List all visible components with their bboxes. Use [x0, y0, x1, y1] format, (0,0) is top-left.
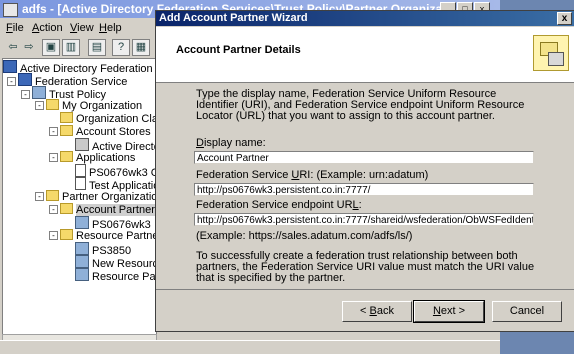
mmc-app-icon: [3, 3, 18, 17]
folder-icon: [46, 190, 59, 201]
next-button[interactable]: Next >: [413, 300, 485, 323]
status-bar: [0, 340, 500, 354]
console-tree[interactable]: Active Directory Federation Service -Fed…: [2, 58, 157, 336]
collapse-icon[interactable]: -: [49, 231, 58, 240]
fed-icon: [18, 73, 32, 86]
collapse-icon[interactable]: -: [49, 153, 58, 162]
tree-node[interactable]: PS0676wk3: [75, 216, 151, 231]
store-icon: [75, 138, 89, 151]
folder-icon: [60, 125, 73, 136]
doc-icon: [75, 164, 86, 177]
endpoint-url-label: Federation Service endpoint URL:: [196, 199, 362, 211]
wizard-title-bar: Add Account Partner Wizard x: [156, 11, 574, 26]
help-icon[interactable]: ?: [112, 39, 130, 56]
up-folder-icon[interactable]: ▣: [42, 39, 60, 56]
properties-icon[interactable]: ▦: [132, 39, 150, 56]
folder-icon: [60, 112, 73, 123]
tree-node[interactable]: New Resource F: [75, 255, 156, 270]
trust-icon: [75, 216, 89, 229]
trust-icon: [75, 242, 89, 255]
collapse-icon[interactable]: -: [21, 90, 30, 99]
doc-icon: [75, 177, 86, 190]
menu-help[interactable]: Help: [99, 22, 122, 34]
tree-node[interactable]: - Federation Service: [7, 73, 127, 88]
example-url-text: (Example: https://sales.adatum.com/adfs/…: [196, 230, 413, 242]
handshake-shape: [548, 52, 564, 66]
wizard-close-button[interactable]: x: [557, 12, 572, 25]
menu-file[interactable]: File: [6, 22, 24, 34]
trust-icon: [32, 86, 46, 99]
show-tree-icon[interactable]: ▥: [62, 39, 80, 56]
tree-node[interactable]: - Applications: [49, 151, 135, 164]
partner-certificate-icon: [533, 35, 569, 71]
tree-node[interactable]: - My Organization: [35, 99, 142, 112]
menu-view[interactable]: View: [70, 22, 94, 34]
folder-icon: [60, 151, 73, 162]
back-button[interactable]: < Back: [342, 301, 412, 322]
forward-arrow-icon[interactable]: ⇨: [20, 39, 38, 56]
tree-node[interactable]: Active Directory: [75, 138, 156, 153]
tree-node[interactable]: Test Applicatior: [75, 177, 156, 192]
button-divider: [156, 289, 574, 290]
add-account-partner-wizard: Add Account Partner Wizard x Account Par…: [155, 10, 574, 332]
tree-node[interactable]: PS3850: [75, 242, 131, 257]
endpoint-url-input[interactable]: http://ps0676wk3.persistent.co.in:7777/s…: [194, 213, 534, 226]
tree-node[interactable]: Active Directory Federation Service: [3, 60, 156, 75]
folder-icon: [60, 203, 73, 214]
uri-match-note: To successfully create a federation trus…: [196, 250, 535, 284]
tree-node[interactable]: Organization Claims: [60, 112, 156, 125]
page-title: Account Partner Details: [176, 44, 301, 56]
cancel-button[interactable]: Cancel: [492, 301, 562, 322]
tree-node-selected[interactable]: - Account Partners: [49, 203, 156, 216]
collapse-icon[interactable]: -: [35, 192, 44, 201]
tree-node[interactable]: - Trust Policy: [21, 86, 106, 101]
tree-node[interactable]: Resource Partn: [75, 268, 156, 283]
collapse-icon[interactable]: -: [7, 77, 16, 86]
tree-node[interactable]: - Account Stores: [49, 125, 151, 138]
display-name-label: Display name:: [196, 137, 266, 149]
federation-uri-input[interactable]: http://ps0676wk3.persistent.co.in:7777/: [194, 183, 534, 196]
fed-icon: [3, 60, 17, 73]
collapse-icon[interactable]: -: [35, 101, 44, 110]
federation-uri-label: Federation Service URI: (Example: urn:ad…: [196, 169, 429, 181]
trust-icon: [75, 255, 89, 268]
intro-text: Type the display name, Federation Servic…: [196, 88, 525, 122]
menu-action[interactable]: Action: [32, 22, 63, 34]
wizard-header: Account Partner Details: [156, 27, 574, 83]
toolbar: ⇦ ⇨ ▣ ▥ ▤ ? ▦: [0, 38, 160, 58]
tree-node[interactable]: -Resource Partners: [49, 229, 156, 242]
tree-node[interactable]: -Partner Organizations: [35, 190, 156, 203]
display-name-input[interactable]: Account Partner: [194, 151, 534, 164]
menu-bar: File Action View Help: [0, 19, 160, 37]
export-list-icon[interactable]: ▤: [88, 39, 106, 56]
trust-icon: [75, 268, 89, 281]
folder-icon: [60, 229, 73, 240]
tree-node[interactable]: PS0676wk3 Clai: [75, 164, 156, 179]
wizard-title: Add Account Partner Wizard: [159, 12, 308, 24]
folder-icon: [46, 99, 59, 110]
collapse-icon[interactable]: -: [49, 205, 58, 214]
collapse-icon[interactable]: -: [49, 127, 58, 136]
